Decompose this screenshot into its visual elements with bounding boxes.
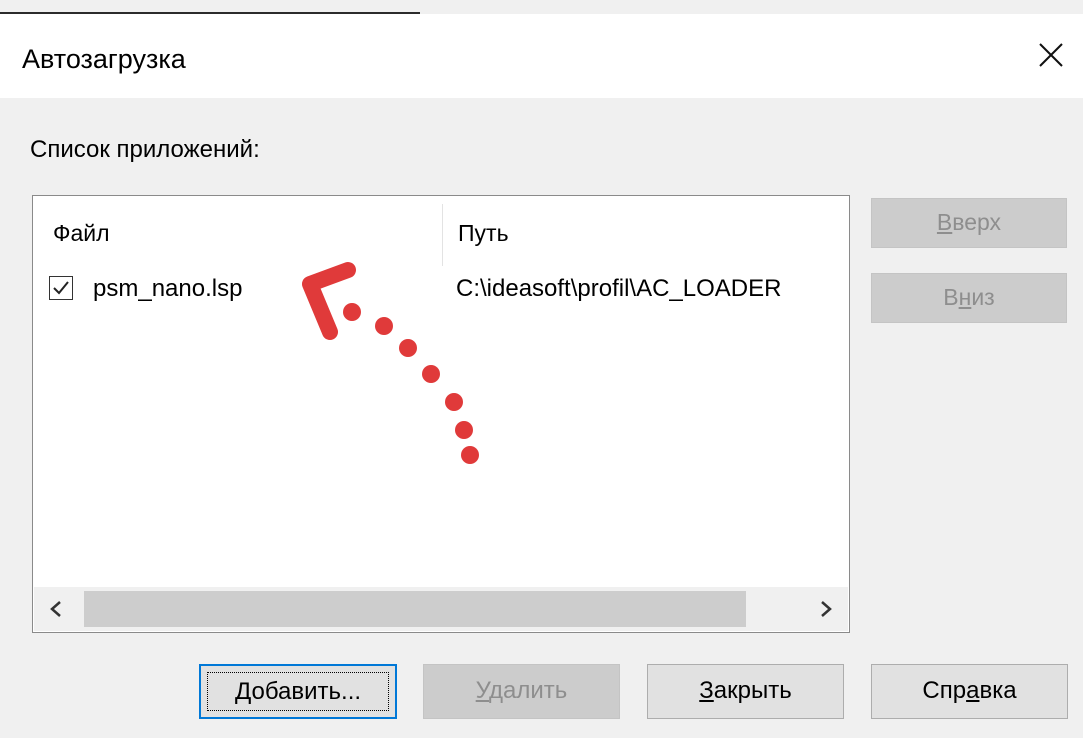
arrow-dot — [399, 339, 417, 357]
close-button[interactable] — [1022, 28, 1078, 84]
add-button[interactable]: Добавить... — [199, 664, 397, 719]
file-name: psm_nano.lsp — [93, 275, 243, 302]
arrow-dot — [455, 421, 473, 439]
scroll-left-button[interactable] — [34, 587, 78, 631]
scroll-thumb[interactable] — [84, 591, 746, 627]
arrow-dot — [445, 393, 463, 411]
column-divider[interactable] — [442, 204, 443, 266]
close-dialog-button[interactable]: Закрыть — [647, 664, 844, 719]
move-up-label-post: верх — [952, 209, 1002, 235]
help-mnemonic: а — [966, 677, 980, 704]
close-label-post: акрыть — [713, 677, 792, 704]
window-title: Автозагрузка — [22, 44, 186, 74]
delete-button[interactable]: Удалить — [423, 664, 620, 719]
arrow-dot — [422, 365, 440, 383]
column-header-file-label: Файл — [53, 220, 110, 246]
move-down-label-pre: В — [943, 284, 959, 310]
scroll-right-button[interactable] — [804, 587, 848, 631]
column-header-path[interactable]: Путь — [444, 196, 849, 268]
arrow-dot — [375, 317, 393, 335]
arrow-dot — [461, 446, 479, 464]
column-header-file[interactable]: Файл — [33, 196, 443, 268]
move-down-label-post: из — [971, 284, 995, 310]
checkmark-icon — [53, 281, 69, 295]
move-down-mnemonic: н — [958, 284, 972, 310]
chevron-right-icon — [821, 601, 832, 617]
close-icon — [1039, 43, 1063, 67]
help-button[interactable]: Справка — [871, 664, 1068, 719]
delete-label-post: далить — [489, 677, 568, 704]
app-list-label: Список приложений: — [30, 136, 260, 163]
move-up-mnemonic: В — [936, 209, 953, 235]
chevron-left-icon — [50, 601, 61, 617]
move-down-button[interactable]: Вниз — [871, 273, 1067, 323]
arrow-head-shape — [302, 262, 356, 340]
move-up-button[interactable]: Вверх — [871, 198, 1067, 248]
file-path: C:\ideasoft\profil\AC_LOADER — [456, 275, 782, 302]
delete-mnemonic: У — [475, 677, 490, 704]
close-mnemonic: З — [699, 677, 714, 704]
dotted-arrow-annotation — [302, 262, 479, 464]
help-label-pre: Спр — [922, 677, 967, 704]
horizontal-scrollbar[interactable] — [34, 587, 848, 631]
column-header-path-label: Путь — [458, 220, 509, 246]
arrow-dot — [343, 303, 361, 321]
help-label-post: вка — [979, 677, 1017, 704]
focus-rectangle — [207, 672, 389, 711]
enable-checkbox[interactable] — [49, 276, 73, 300]
